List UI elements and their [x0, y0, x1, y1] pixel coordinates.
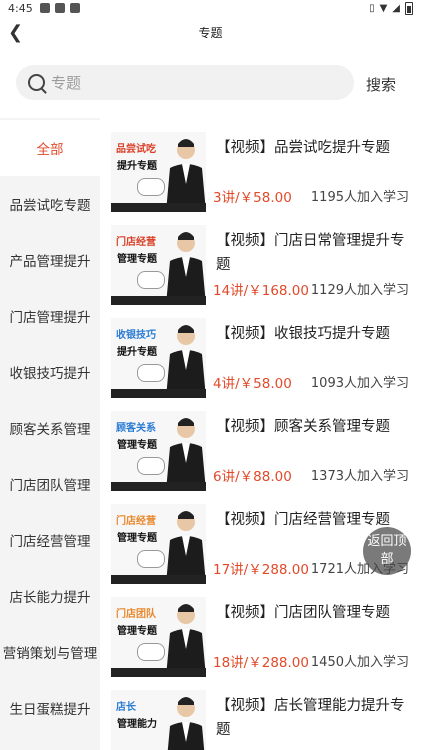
course-price: 18讲/￥288.00	[213, 655, 309, 671]
course-learners: 1093人加入学习	[310, 376, 409, 391]
search-button[interactable]: 搜索	[366, 74, 396, 95]
thumb-tag: 品尝试吃	[116, 144, 156, 155]
presenter-image	[166, 418, 206, 491]
sidebar-item-cake[interactable]: 生日蛋糕提升	[0, 680, 100, 736]
course-list: 品尝试吃 提升专题 【视频】品尝试吃提升专题 3讲/￥58.00 1195人加入…	[100, 118, 421, 750]
presenter-image	[166, 232, 206, 305]
thumb-tag: 门店经营	[116, 516, 156, 527]
sidebar-item-team[interactable]: 门店团队管理	[0, 456, 100, 512]
wifi-icon: ▼	[379, 3, 388, 14]
thumb-badge	[137, 643, 165, 661]
thumb-subtag: 提升专题	[117, 347, 157, 358]
course-price: 4讲/￥58.00	[213, 376, 292, 392]
sidebar-item-tasting[interactable]: 品尝试吃专题	[0, 176, 100, 232]
thumb-subtag: 管理专题	[117, 254, 157, 265]
presenter-image	[166, 325, 206, 398]
presenter-image	[167, 697, 205, 750]
sidebar-item-store[interactable]: 门店管理提升	[0, 288, 100, 344]
thumb-subtag: 管理专题	[117, 533, 157, 544]
thumb-tag: 顾客关系	[116, 423, 156, 434]
thumb-subtag: 管理专题	[117, 626, 157, 637]
course-learners: 1450人加入学习	[310, 655, 409, 670]
course-price: 17讲/￥288.00	[213, 562, 309, 578]
thumb-tag: 门店经营	[116, 237, 156, 248]
status-bar: 4:45 ▯ ▼ ◢	[0, 0, 421, 18]
course-price: 3讲/￥58.00	[213, 190, 292, 206]
thumb-tag: 店长	[116, 702, 136, 713]
course-card[interactable]: 门店团队 管理专题 【视频】门店团队管理专题 18讲/￥288.00 1450人…	[100, 583, 421, 677]
thumb-badge	[137, 178, 165, 196]
course-title[interactable]: 【视频】品尝试吃提升专题	[216, 136, 406, 160]
thumb-subtag: 管理专题	[117, 440, 157, 451]
course-thumbnail: 收银技巧 提升专题	[111, 318, 206, 398]
sidebar-item-customer[interactable]: 顾客关系管理	[0, 400, 100, 456]
thumb-badge	[137, 457, 165, 475]
sidebar-item-product[interactable]: 产品管理提升	[0, 232, 100, 288]
category-sidebar: 全部 品尝试吃专题 产品管理提升 门店管理提升 收银技巧提升 顾客关系管理 门店…	[0, 118, 100, 750]
course-thumbnail: 门店经营 管理专题	[111, 225, 206, 305]
search-input[interactable]	[49, 71, 343, 95]
course-title[interactable]: 【视频】顾客关系管理专题	[216, 415, 406, 439]
signal-icon: ◢	[392, 3, 400, 14]
sidebar-item-manager[interactable]: 店长能力提升	[0, 568, 100, 624]
thumb-subtag: 管理能力	[117, 719, 157, 730]
course-price: 14讲/￥168.00	[213, 283, 309, 299]
course-price: 6讲/￥88.00	[213, 469, 292, 485]
course-learners: 1129人加入学习	[310, 283, 409, 298]
course-card[interactable]: 顾客关系 管理专题 【视频】顾客关系管理专题 6讲/￥88.00 1373人加入…	[100, 397, 421, 491]
thumb-tag: 门店团队	[116, 609, 156, 620]
thumb-badge	[137, 271, 165, 289]
course-title[interactable]: 【视频】店长管理能力提升专题	[216, 694, 406, 742]
course-title[interactable]: 【视频】门店日常管理提升专题	[216, 229, 406, 277]
back-to-top-button[interactable]: 返回顶部	[363, 527, 411, 575]
page-title: 专题	[198, 26, 223, 40]
course-learners: 1373人加入学习	[310, 469, 409, 484]
presenter-image	[166, 511, 206, 584]
course-thumbnail: 顾客关系 管理专题	[111, 411, 206, 491]
presenter-image	[166, 139, 206, 212]
battery-icon	[405, 2, 413, 15]
course-card[interactable]: 店长 管理能力 【视频】店长管理能力提升专题	[100, 676, 421, 750]
course-title[interactable]: 【视频】收银技巧提升专题	[216, 322, 406, 346]
vibrate-icon: ▯	[369, 3, 375, 14]
course-card[interactable]: 收银技巧 提升专题 【视频】收银技巧提升专题 4讲/￥58.00 1093人加入…	[100, 304, 421, 398]
course-card[interactable]: 门店经营 管理专题 【视频】门店日常管理提升专题 14讲/￥168.00 112…	[100, 211, 421, 305]
system-icons: ▯ ▼ ◢	[369, 2, 413, 15]
top-nav: ❮ 专题	[0, 18, 421, 48]
course-learners: 1195人加入学习	[310, 190, 409, 205]
sidebar-item-all[interactable]: 全部	[0, 120, 100, 176]
course-title[interactable]: 【视频】门店团队管理专题	[216, 601, 406, 625]
sidebar-item-cashier[interactable]: 收银技巧提升	[0, 344, 100, 400]
sidebar-item-marketing[interactable]: 营销策划与管理	[0, 624, 100, 680]
presenter-image	[166, 604, 206, 677]
thumb-badge	[137, 364, 165, 382]
status-time: 4:45	[8, 2, 33, 15]
sidebar-item-operation[interactable]: 门店经营管理	[0, 512, 100, 568]
course-card[interactable]: 品尝试吃 提升专题 【视频】品尝试吃提升专题 3讲/￥58.00 1195人加入…	[100, 118, 421, 212]
thumb-tag: 收银技巧	[116, 330, 156, 341]
search-bar: 搜索	[0, 60, 421, 106]
course-thumbnail: 品尝试吃 提升专题	[111, 132, 206, 212]
thumb-badge	[137, 550, 165, 568]
course-thumbnail: 门店团队 管理专题	[111, 597, 206, 677]
thumb-subtag: 提升专题	[117, 161, 157, 172]
course-thumbnail: 门店经营 管理专题	[111, 504, 206, 584]
search-icon	[28, 74, 45, 91]
notification-icons	[40, 3, 80, 13]
course-thumbnail: 店长 管理能力	[111, 690, 206, 750]
search-box[interactable]	[16, 65, 354, 100]
